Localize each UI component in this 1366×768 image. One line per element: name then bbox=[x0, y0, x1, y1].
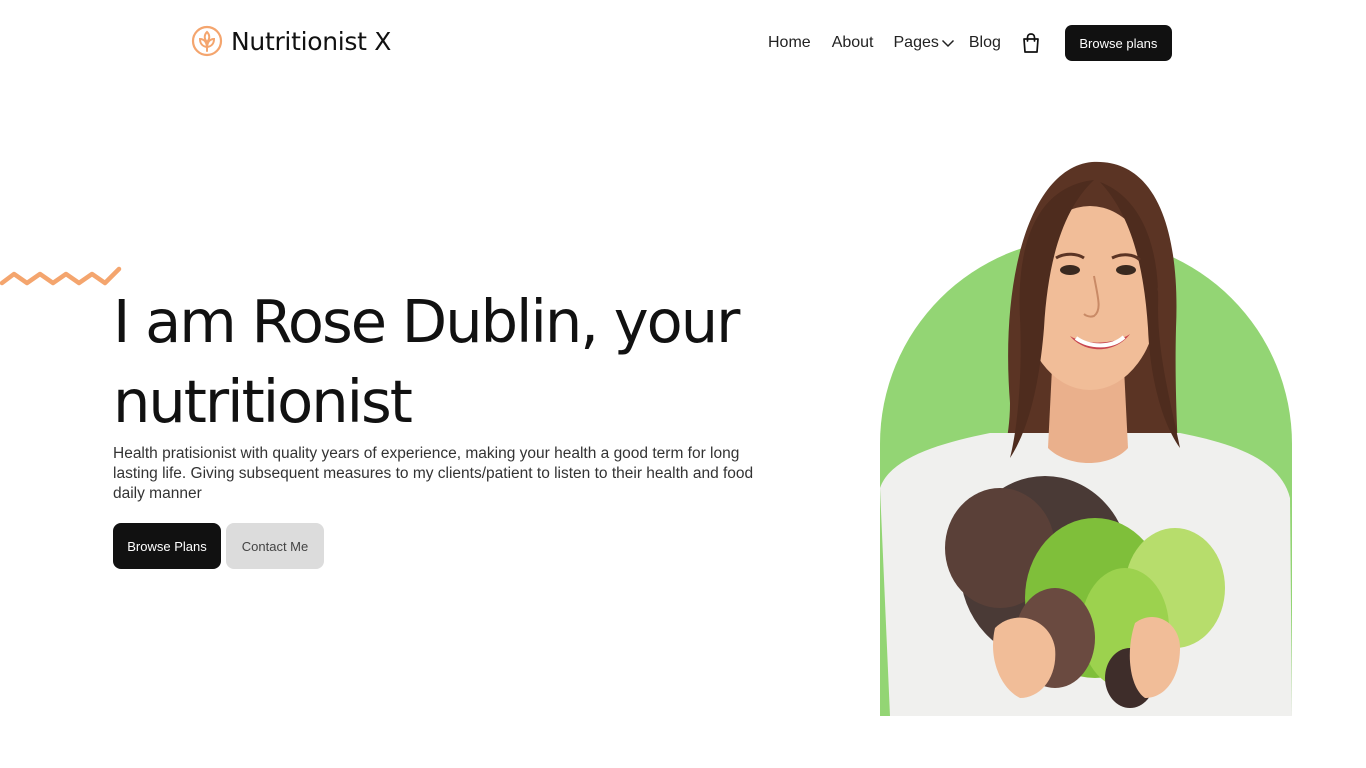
leaf-logo-icon bbox=[191, 25, 223, 57]
nav-pages-dropdown[interactable]: Pages bbox=[894, 34, 955, 52]
hero-portrait-image bbox=[880, 161, 1292, 716]
browse-plans-header-button[interactable]: Browse plans bbox=[1064, 25, 1172, 61]
site-header: Nutritionist X Home About Pages Blog Bro… bbox=[0, 0, 1366, 86]
nav-blog-link[interactable]: Blog bbox=[969, 34, 1001, 52]
main-nav: Home About Pages Blog Browse plans bbox=[768, 25, 1172, 61]
contact-me-button[interactable]: Contact Me bbox=[226, 523, 324, 569]
nav-home-link[interactable]: Home bbox=[768, 34, 811, 52]
brand-logo[interactable]: Nutritionist X bbox=[191, 24, 391, 58]
brand-name: Nutritionist X bbox=[231, 26, 392, 56]
nav-pages-label: Pages bbox=[893, 34, 939, 51]
nav-about-link[interactable]: About bbox=[832, 34, 874, 52]
shopping-bag-icon[interactable] bbox=[1021, 32, 1041, 54]
browse-plans-button[interactable]: Browse Plans bbox=[113, 523, 221, 569]
hero-description: Health pratisionist with quality years o… bbox=[113, 445, 754, 502]
chevron-down-icon bbox=[941, 39, 954, 48]
hero-actions: Browse Plans Contact Me bbox=[113, 523, 324, 569]
hero-title: I am Rose Dublin, your nutritionist bbox=[113, 287, 740, 436]
squiggle-decoration-icon bbox=[0, 266, 122, 286]
